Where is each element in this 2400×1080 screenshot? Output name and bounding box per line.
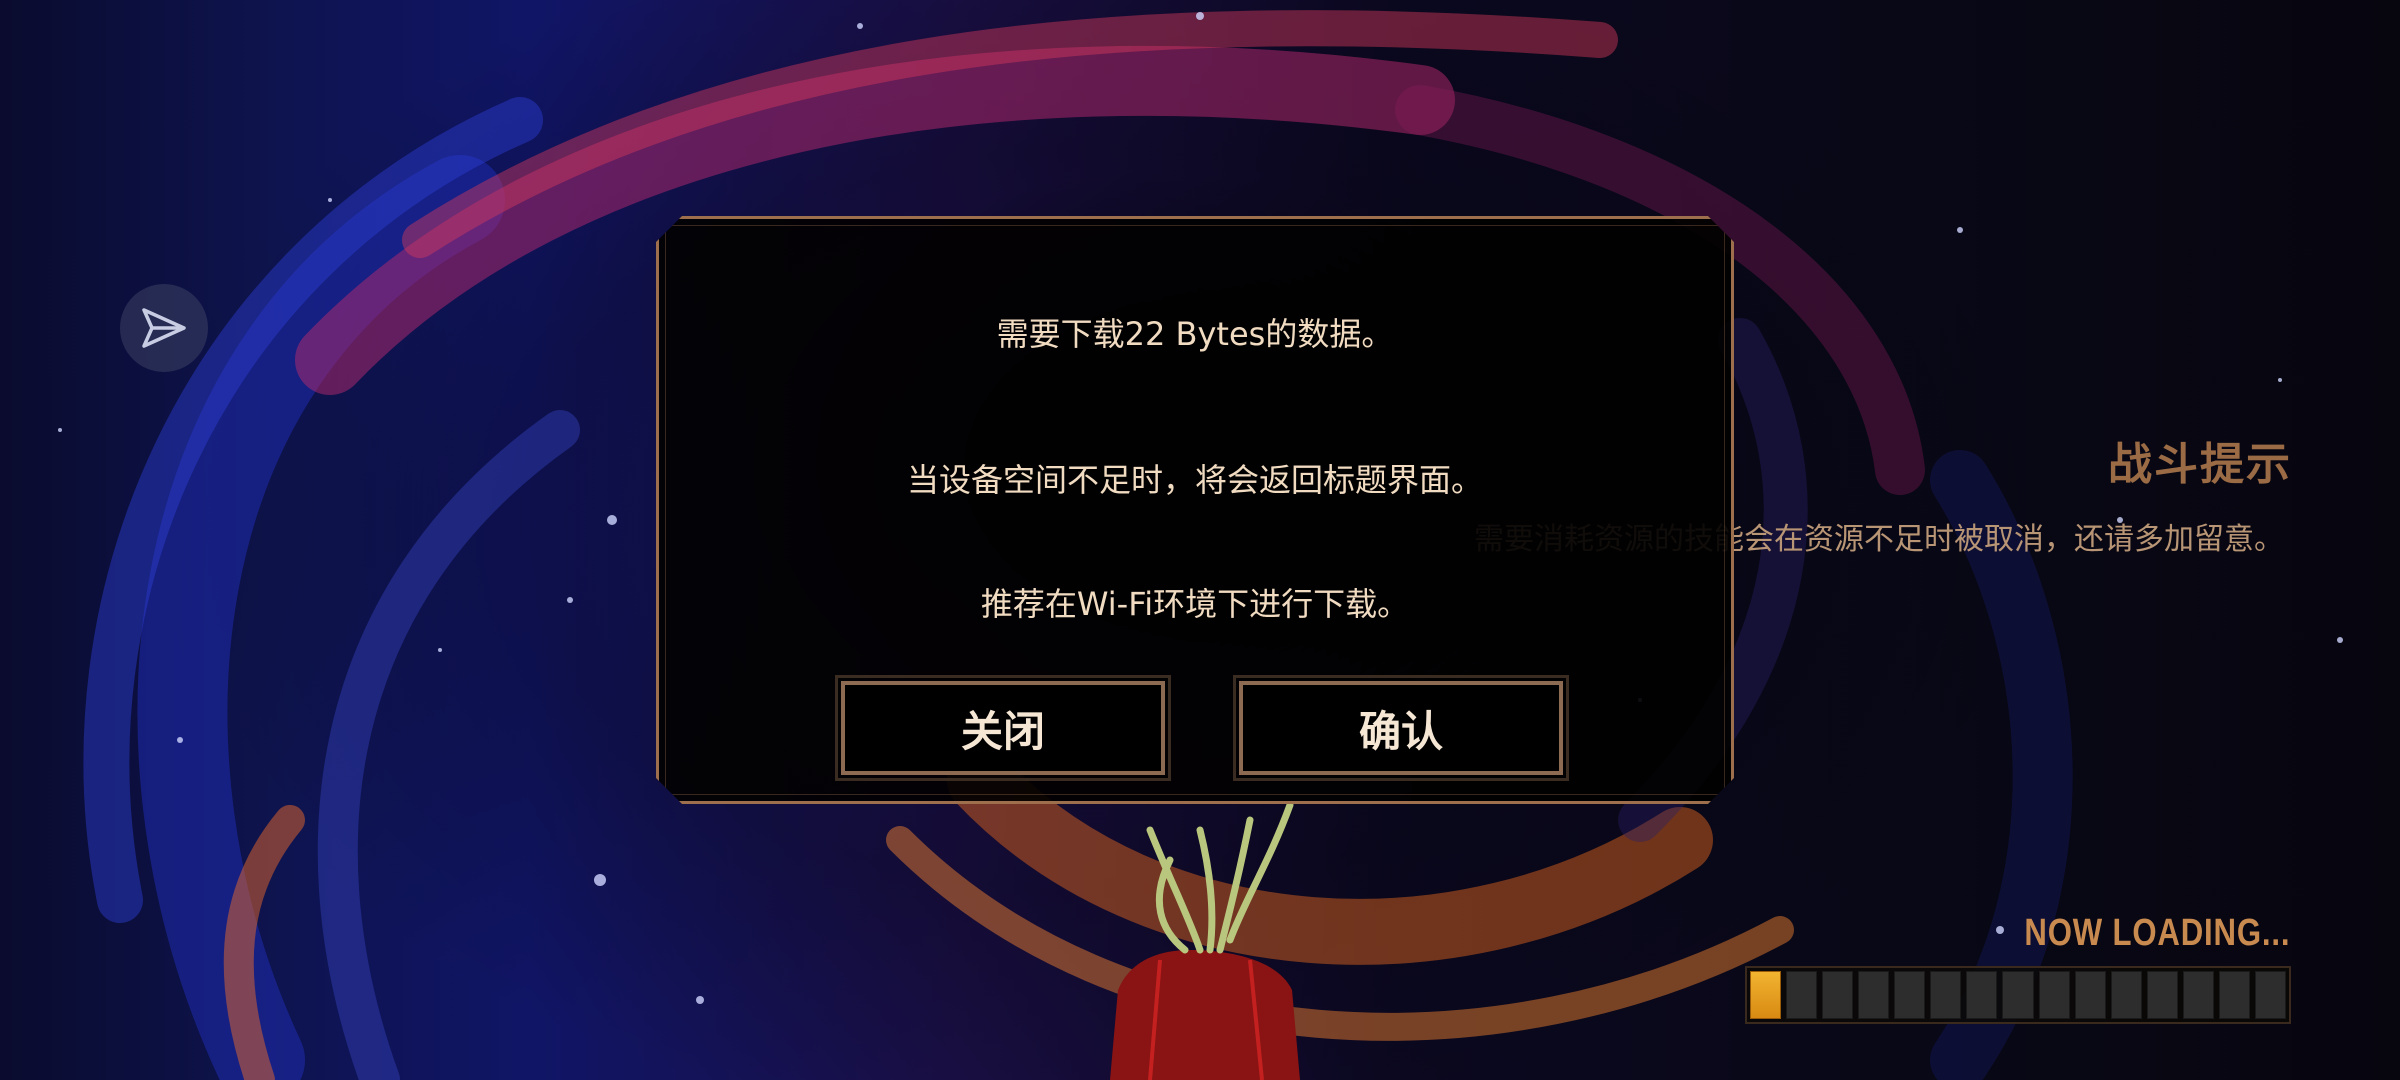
progress-segment-empty: [2110, 971, 2142, 1019]
progress-segment-empty: [2074, 971, 2106, 1019]
confirm-button[interactable]: 确认: [1233, 675, 1569, 781]
battle-tip-title: 战斗提示: [2108, 439, 2292, 490]
close-button[interactable]: 关闭: [835, 675, 1171, 781]
progress-segment-empty: [1930, 971, 1962, 1019]
progress-segment-empty: [1894, 971, 1926, 1019]
progress-segment-empty: [1822, 971, 1854, 1019]
progress-segment-empty: [1786, 971, 1818, 1019]
progress-segment-empty: [2218, 971, 2250, 1019]
send-arrow-icon: [142, 308, 186, 348]
loading-label: NOW LOADING...: [2024, 912, 2290, 954]
progress-segment-empty: [1858, 971, 1890, 1019]
wifi-recommendation-message: 推荐在Wi-Fi环境下进行下载。: [980, 585, 1410, 623]
progress-segment-filled: [1750, 971, 1782, 1019]
game-screen: 战斗提示 需要消耗资源的技能会在资源不足时被取消，还请多加留意。 NOW LOA…: [0, 0, 2400, 1080]
progress-segment-empty: [2146, 971, 2178, 1019]
loading-progress-bar: [1745, 966, 2291, 1024]
download-confirm-dialog: 需要下载22 Bytes的数据。 当设备空间不足时，将会返回标题界面。 推荐在W…: [656, 216, 1734, 804]
share-button[interactable]: [120, 284, 208, 372]
progress-segment-empty: [2002, 971, 2034, 1019]
download-size-message: 需要下载22 Bytes的数据。: [996, 315, 1394, 353]
progress-segment-empty: [2254, 971, 2286, 1019]
progress-segment-empty: [2182, 971, 2214, 1019]
progress-segment-empty: [1966, 971, 1998, 1019]
progress-segment-empty: [2038, 971, 2070, 1019]
storage-warning-message: 当设备空间不足时，将会返回标题界面。: [906, 461, 1483, 499]
